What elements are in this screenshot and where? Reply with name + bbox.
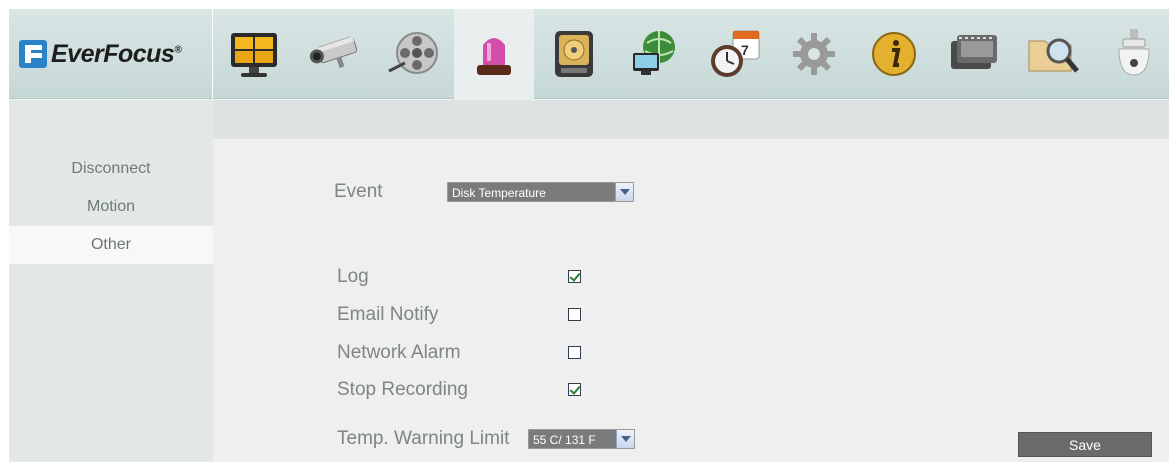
film-archive-icon[interactable] — [934, 9, 1014, 99]
brand-name: EverFocus® — [51, 39, 182, 68]
sidebar-item-motion[interactable]: Motion — [9, 188, 213, 226]
hard-disk-icon[interactable] — [534, 9, 614, 99]
brand-logo: EverFocus® — [9, 9, 213, 99]
playback-reel-icon[interactable] — [374, 9, 454, 99]
app-frame: EverFocus® 7 Disconnect Motion Other Eve… — [9, 9, 1169, 462]
temp-warning-limit-value: 55 C/ 131 F — [533, 433, 596, 447]
main-menu-icons: 7 — [214, 9, 1169, 99]
sub-header-strip — [213, 100, 1169, 139]
chevron-down-icon — [615, 183, 633, 201]
network-alarm-checkbox[interactable] — [568, 346, 581, 359]
event-select[interactable]: Disk Temperature — [447, 182, 634, 202]
event-settings-panel: Event Disk Temperature Log Email Notify … — [213, 139, 1169, 462]
sidebar: Disconnect Motion Other — [9, 100, 213, 462]
live-view-icon[interactable] — [214, 9, 294, 99]
save-button[interactable]: Save — [1018, 432, 1152, 457]
log-checkbox[interactable] — [568, 270, 581, 283]
everfocus-logo-icon — [19, 40, 47, 68]
log-label: Log — [337, 266, 369, 287]
event-label: Event — [334, 181, 383, 202]
email-notify-checkbox[interactable] — [568, 308, 581, 321]
header-toolbar: EverFocus® 7 — [9, 9, 1169, 99]
camera-icon[interactable] — [294, 9, 374, 99]
sidebar-item-disconnect[interactable]: Disconnect — [9, 150, 213, 188]
settings-gear-icon[interactable] — [774, 9, 854, 99]
stop-recording-checkbox[interactable] — [568, 383, 581, 396]
schedule-clock-icon[interactable]: 7 — [694, 9, 774, 99]
network-globe-icon[interactable] — [614, 9, 694, 99]
ptz-dome-icon[interactable] — [1094, 9, 1169, 99]
temp-warning-limit-label: Temp. Warning Limit — [337, 428, 510, 449]
email-notify-label: Email Notify — [337, 304, 439, 325]
network-alarm-label: Network Alarm — [337, 342, 461, 363]
chevron-down-icon — [616, 430, 634, 448]
alarm-siren-icon[interactable] — [454, 9, 534, 99]
svg-text:7: 7 — [741, 42, 749, 58]
temp-warning-limit-select[interactable]: 55 C/ 131 F — [528, 429, 635, 449]
sidebar-item-other[interactable]: Other — [9, 226, 213, 264]
search-folder-icon[interactable] — [1014, 9, 1094, 99]
event-select-value: Disk Temperature — [452, 186, 546, 200]
info-icon[interactable] — [854, 9, 934, 99]
stop-recording-label: Stop Recording — [337, 379, 468, 400]
